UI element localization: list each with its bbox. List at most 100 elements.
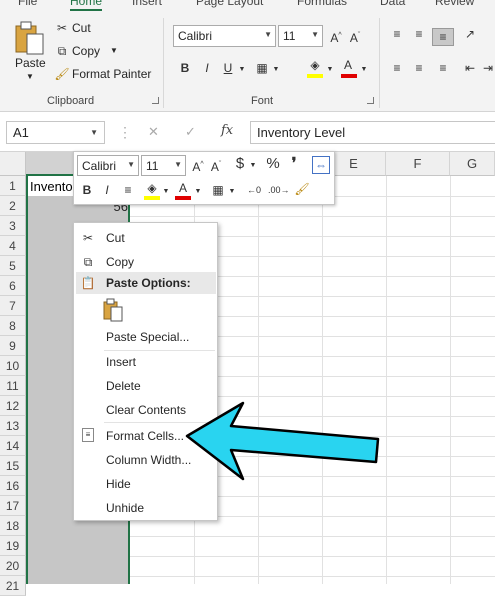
- mini-font-size-select[interactable]: 11 ▼: [141, 155, 186, 176]
- italic-icon[interactable]: I: [200, 60, 214, 76]
- dialog-launcher-icon[interactable]: [367, 97, 374, 104]
- percent-icon[interactable]: %: [265, 156, 281, 172]
- tab-page-layout[interactable]: Page Layout: [196, 0, 263, 8]
- chevron-down-icon[interactable]: ▼: [249, 158, 257, 174]
- italic-icon[interactable]: I: [100, 182, 114, 198]
- underline-icon[interactable]: U: [221, 60, 235, 76]
- currency-icon[interactable]: $: [233, 156, 247, 172]
- menu-item-cut[interactable]: ✂ Cut: [74, 227, 217, 249]
- orientation-icon[interactable]: ↗: [462, 26, 478, 42]
- mini-font-name-select[interactable]: Calibri ▼: [77, 155, 139, 176]
- row-header[interactable]: 6: [0, 276, 26, 296]
- row-header[interactable]: 17: [0, 496, 26, 516]
- tab-formulas[interactable]: Formulas: [297, 0, 347, 8]
- bold-icon[interactable]: B: [178, 60, 192, 76]
- align-center-icon[interactable]: ≡: [411, 60, 427, 76]
- copy-button[interactable]: ⧉ Copy ▼: [54, 43, 124, 61]
- increase-font-icon[interactable]: A^: [191, 157, 205, 175]
- row-header[interactable]: 13: [0, 416, 26, 436]
- row-header[interactable]: 8: [0, 316, 26, 336]
- menu-item-unhide[interactable]: Unhide: [74, 497, 217, 519]
- font-size-select[interactable]: 11 ▼: [278, 25, 323, 47]
- row-header[interactable]: 2: [0, 196, 26, 216]
- row-header[interactable]: 11: [0, 376, 26, 396]
- chevron-down-icon[interactable]: ▼: [162, 184, 170, 200]
- chevron-down-icon[interactable]: ▼: [326, 62, 334, 78]
- paste-option-button[interactable]: [102, 298, 126, 324]
- insert-function-icon[interactable]: fx: [221, 123, 233, 138]
- align-top-icon[interactable]: ≡: [389, 26, 405, 42]
- font-color-icon[interactable]: A: [176, 180, 190, 196]
- align-bottom-icon[interactable]: ≡: [432, 28, 454, 46]
- increase-font-icon[interactable]: A^: [329, 28, 343, 46]
- column-header[interactable]: G: [450, 152, 495, 176]
- tab-insert[interactable]: Insert: [132, 0, 162, 8]
- row-header[interactable]: 7: [0, 296, 26, 316]
- row-header[interactable]: 3: [0, 216, 26, 236]
- paintbrush-icon[interactable]: 🖌: [294, 181, 310, 197]
- fill-color-icon[interactable]: ◈: [144, 180, 160, 196]
- cell-a1[interactable]: Invento: [30, 179, 73, 194]
- increase-decimal-icon[interactable]: ←0: [244, 182, 264, 198]
- row-header[interactable]: 12: [0, 396, 26, 416]
- font-size-value: 11: [283, 29, 296, 43]
- bold-icon[interactable]: B: [80, 182, 94, 198]
- row-header[interactable]: 4: [0, 236, 26, 256]
- menu-item-insert[interactable]: Insert: [74, 351, 217, 373]
- menu-item-copy[interactable]: ⧉ Copy: [74, 251, 217, 273]
- chevron-down-icon[interactable]: ▼: [228, 184, 236, 200]
- row-header[interactable]: 20: [0, 556, 26, 576]
- row-header[interactable]: 5: [0, 256, 26, 276]
- align-center-icon[interactable]: ≡: [120, 182, 136, 198]
- name-box[interactable]: A1 ▼: [6, 121, 105, 144]
- formula-input[interactable]: Inventory Level: [250, 121, 495, 144]
- chevron-down-icon[interactable]: ▼: [238, 62, 246, 78]
- decrease-font-icon[interactable]: Aˇ: [348, 28, 362, 46]
- select-all-corner[interactable]: [0, 152, 26, 176]
- chevron-down-icon[interactable]: ▼: [272, 62, 280, 78]
- tab-data[interactable]: Data: [380, 0, 405, 8]
- decrease-decimal-icon[interactable]: .00→: [268, 182, 290, 198]
- borders-icon[interactable]: ▦: [210, 182, 226, 198]
- decrease-font-icon[interactable]: Aˇ: [209, 157, 223, 175]
- row-header[interactable]: 14: [0, 436, 26, 456]
- font-name-select[interactable]: Calibri ▼: [173, 25, 276, 47]
- row-header[interactable]: 18: [0, 516, 26, 536]
- group-divider: [379, 18, 380, 108]
- tab-home[interactable]: Home: [70, 0, 103, 11]
- row-header[interactable]: 9: [0, 336, 26, 356]
- row-header[interactable]: 10: [0, 356, 26, 376]
- gridline: [130, 556, 495, 557]
- merge-center-icon[interactable]: ⇔: [312, 156, 330, 174]
- align-middle-icon[interactable]: ≡: [411, 26, 427, 42]
- comma-style-icon[interactable]: ❜: [289, 156, 299, 172]
- font-color-icon[interactable]: A: [341, 57, 355, 73]
- row-header[interactable]: 16: [0, 476, 26, 496]
- align-right-icon[interactable]: ≡: [435, 60, 451, 76]
- increase-indent-icon[interactable]: ⇥: [481, 60, 495, 76]
- tab-review[interactable]: Review: [435, 0, 474, 8]
- row-header[interactable]: 21: [0, 576, 26, 596]
- row-header[interactable]: 19: [0, 536, 26, 556]
- row-header[interactable]: 15: [0, 456, 26, 476]
- cut-button[interactable]: ✂ Cut: [54, 20, 114, 38]
- chevron-down-icon[interactable]: ▼: [194, 184, 202, 200]
- scissors-icon: ✂: [82, 231, 94, 245]
- fill-color-icon[interactable]: ◈: [307, 57, 323, 73]
- enter-icon[interactable]: ✓: [185, 124, 196, 140]
- row-header[interactable]: 1: [0, 176, 26, 196]
- borders-icon[interactable]: ▦: [254, 60, 270, 76]
- tab-file[interactable]: File: [18, 0, 37, 8]
- dialog-launcher-icon[interactable]: [152, 97, 159, 104]
- menu-item-format-cells-label: Format Cells...: [106, 429, 185, 443]
- column-header[interactable]: F: [386, 152, 450, 176]
- menu-item-paste-special[interactable]: Paste Special...: [74, 326, 217, 348]
- format-painter-button[interactable]: 🖌 Format Painter: [54, 66, 154, 84]
- cancel-icon[interactable]: ✕: [148, 124, 159, 140]
- chevron-down-icon[interactable]: ▼: [360, 62, 368, 78]
- menu-item-delete[interactable]: Delete: [74, 375, 217, 397]
- decrease-indent-icon[interactable]: ⇤: [462, 60, 478, 76]
- align-left-icon[interactable]: ≡: [389, 60, 405, 76]
- chevron-down-icon: ▼: [127, 160, 135, 169]
- paste-button[interactable]: Paste ▼: [10, 20, 50, 88]
